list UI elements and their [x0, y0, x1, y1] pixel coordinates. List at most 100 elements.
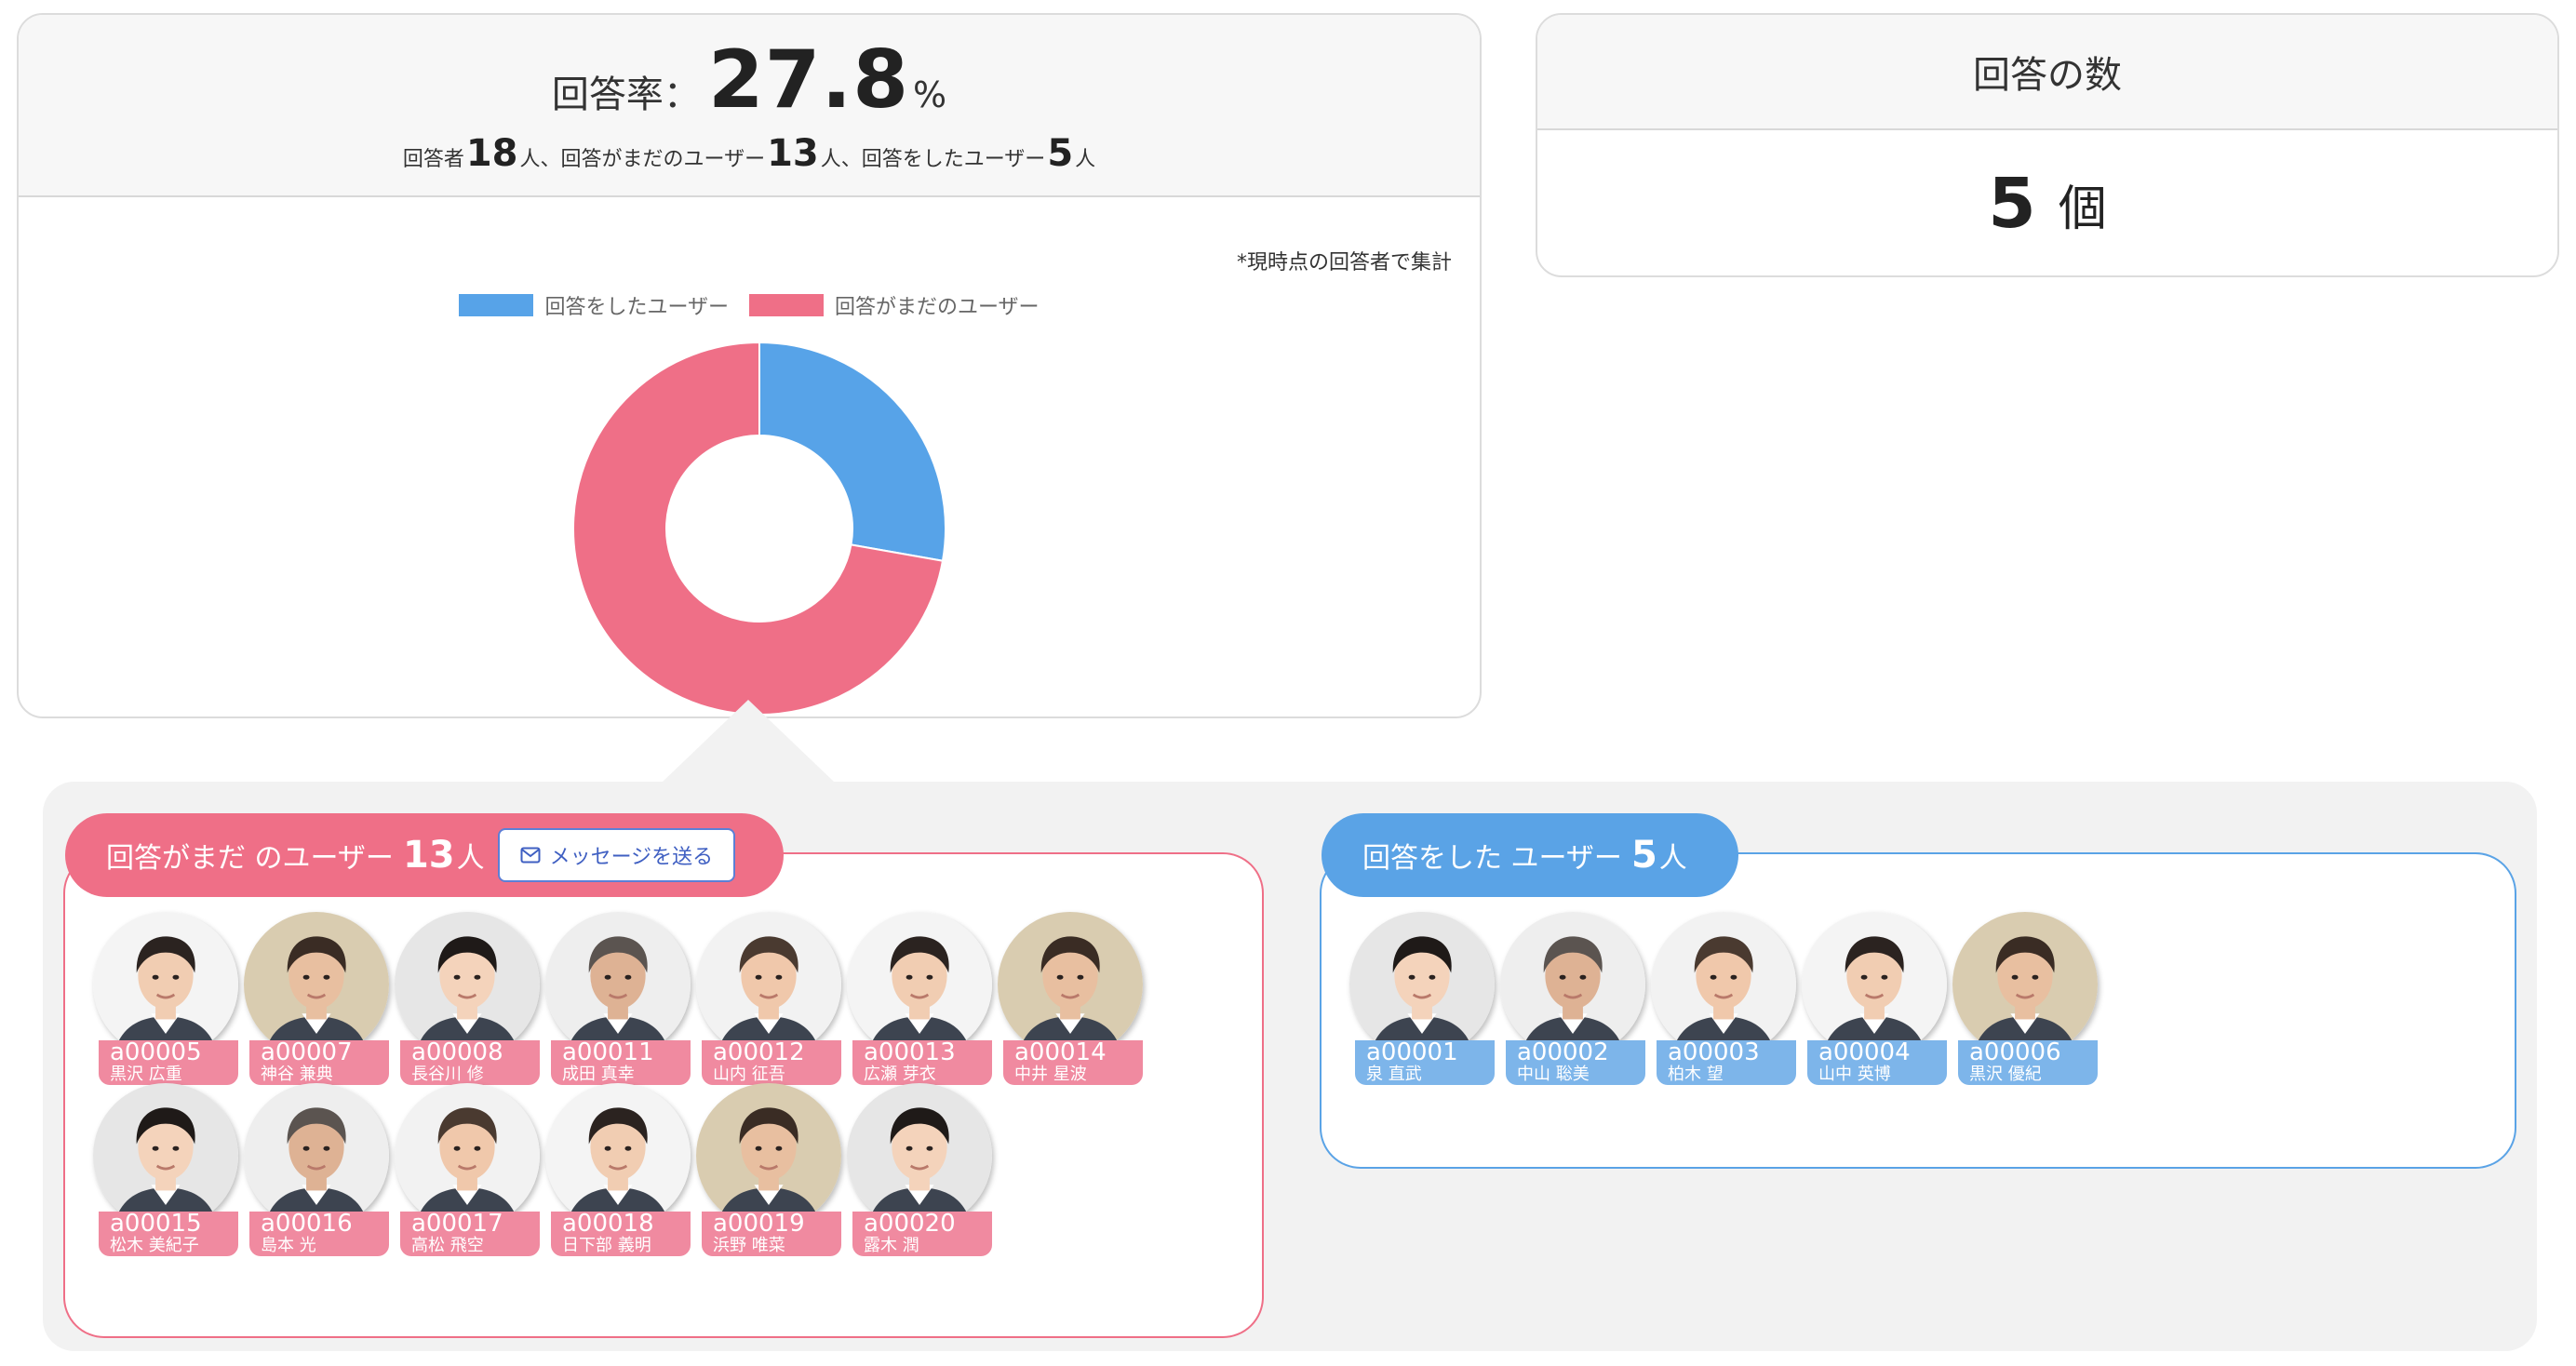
user-tag: a00020 露木 潤	[852, 1212, 992, 1256]
answered-users-tab: 回答をした ユーザー 5 人	[1322, 813, 1738, 897]
donut-chart-area: *現時点の回答者で集計 回答をしたユーザー 回答がまだのユーザー	[19, 197, 1480, 718]
user-card[interactable]: a00017 高松 飛空	[393, 1083, 542, 1256]
user-tag: a00002 中山 聡美	[1506, 1040, 1645, 1085]
user-name: 神谷 兼典	[261, 1065, 333, 1084]
user-name: 中井 星波	[1014, 1065, 1087, 1084]
user-groups-panel: 回答がまだ のユーザー 13 人 メッセージを送る 回答をした ユーザー 5 人…	[43, 782, 2537, 1351]
avatar	[545, 912, 691, 1057]
avatar	[696, 1083, 841, 1228]
pending-label: 人、回答がまだのユーザー	[519, 148, 766, 171]
people-unit: 人	[1075, 148, 1096, 171]
user-tag: a00006 黒沢 優紀	[1958, 1040, 2098, 1085]
user-photo-icon	[244, 912, 389, 1057]
avatar	[93, 912, 238, 1057]
user-id: a00016	[261, 1210, 353, 1238]
user-photo-icon	[93, 1083, 238, 1228]
avatar	[395, 1083, 540, 1228]
user-photo-icon	[1651, 912, 1796, 1057]
user-card[interactable]: a00005 黒沢 広重	[91, 912, 240, 1085]
response-rate-label: 回答率：	[551, 74, 701, 116]
user-id: a00002	[1517, 1038, 1609, 1066]
answered-count: 5	[1047, 132, 1074, 175]
user-id: a00020	[864, 1210, 956, 1238]
avatar	[696, 912, 841, 1057]
user-name: 松木 美紀子	[110, 1236, 199, 1255]
user-tag: a00017 高松 飛空	[400, 1212, 540, 1256]
donut-slice-answered[interactable]	[758, 341, 947, 562]
user-id: a00013	[864, 1038, 956, 1066]
avatar	[244, 912, 389, 1057]
user-tag: a00015 松木 美紀子	[99, 1212, 238, 1256]
user-card[interactable]: a00016 島本 光	[242, 1083, 391, 1256]
user-id: a00008	[411, 1038, 503, 1066]
user-card[interactable]: a00006 黒沢 優紀	[1951, 912, 2100, 1085]
answered-label: 人、回答をしたユーザー	[820, 148, 1046, 171]
pending-users-list: a00005 黒沢 広重 a00007 神谷 兼典 a00008 長谷川 修 a00011 成…	[91, 912, 1253, 1256]
user-id: a00006	[1969, 1038, 2061, 1066]
user-card[interactable]: a00013 広瀬 芽衣	[845, 912, 994, 1085]
avatar	[244, 1083, 389, 1228]
user-name: 柏木 望	[1668, 1065, 1724, 1084]
pending-count: 13	[767, 132, 819, 175]
user-card[interactable]: a00015 松木 美紀子	[91, 1083, 240, 1256]
avatar	[545, 1083, 691, 1228]
user-tag: a00018 日下部 義明	[551, 1212, 691, 1256]
legend-label-pending: 回答がまだのユーザー	[835, 296, 1040, 319]
user-card[interactable]: a00018 日下部 義明	[543, 1083, 692, 1256]
user-name: 広瀬 芽衣	[864, 1065, 936, 1084]
user-tag: a00005 黒沢 広重	[99, 1040, 238, 1085]
user-card[interactable]: a00011 成田 真幸	[543, 912, 692, 1085]
user-photo-icon	[998, 912, 1143, 1057]
user-card[interactable]: a00004 山中 英博	[1800, 912, 1949, 1085]
donut-chart[interactable]	[564, 333, 955, 718]
response-rate-value: 27.8	[707, 33, 910, 127]
response-rate-unit: %	[913, 74, 947, 115]
user-card[interactable]: a00008 長谷川 修	[393, 912, 542, 1085]
user-photo-icon	[1952, 912, 2098, 1057]
pending-group-count: 13	[402, 834, 455, 877]
user-id: a00015	[110, 1210, 202, 1238]
user-tag: a00003 柏木 望	[1657, 1040, 1796, 1085]
legend-item-answered[interactable]: 回答をしたユーザー	[459, 290, 729, 320]
pending-users-tab: 回答がまだ のユーザー 13 人 メッセージを送る	[65, 813, 784, 897]
user-name: 露木 潤	[864, 1236, 919, 1255]
user-id: a00018	[562, 1210, 654, 1238]
user-name: 長谷川 修	[411, 1065, 484, 1084]
legend-swatch-answered	[459, 294, 534, 316]
user-id: a00014	[1014, 1038, 1107, 1066]
panel-pointer	[663, 700, 834, 782]
answer-count-unit: 個	[2058, 181, 2107, 237]
avatar	[847, 912, 992, 1057]
user-card[interactable]: a00002 中山 聡美	[1498, 912, 1647, 1085]
avatar	[998, 912, 1143, 1057]
user-name: 泉 直武	[1366, 1065, 1422, 1084]
pending-group-label: 回答がまだ のユーザー	[106, 842, 394, 875]
user-card[interactable]: a00020 露木 潤	[845, 1083, 994, 1256]
user-name: 島本 光	[261, 1236, 316, 1255]
user-card[interactable]: a00001 泉 直武	[1348, 912, 1496, 1085]
user-card[interactable]: a00012 山内 征吾	[694, 912, 843, 1085]
legend-label-answered: 回答をしたユーザー	[544, 296, 729, 319]
user-id: a00019	[713, 1210, 805, 1238]
send-message-label: メッセージを送る	[549, 846, 714, 869]
response-rate-header: 回答率： 27.8 % 回答者 18 人、回答がまだのユーザー 13 人、回答を…	[19, 15, 1480, 197]
user-photo-icon	[244, 1083, 389, 1228]
pending-group-unit: 人	[456, 842, 485, 875]
user-card[interactable]: a00014 中井 星波	[996, 912, 1145, 1085]
user-card[interactable]: a00019 浜野 唯菜	[694, 1083, 843, 1256]
user-card[interactable]: a00003 柏木 望	[1649, 912, 1798, 1085]
user-name: 浜野 唯菜	[713, 1236, 785, 1255]
respondents-count: 18	[465, 132, 518, 175]
avatar	[1952, 912, 2098, 1057]
envelope-icon	[520, 847, 541, 864]
answer-count-title: 回答の数	[1537, 15, 2557, 130]
legend-swatch-pending	[749, 294, 824, 316]
avatar	[1349, 912, 1495, 1057]
legend-item-pending[interactable]: 回答がまだのユーザー	[749, 290, 1040, 320]
user-name: 成田 真幸	[562, 1065, 635, 1084]
respondents-label: 回答者	[402, 148, 464, 171]
user-tag: a00014 中井 星波	[1003, 1040, 1143, 1085]
user-card[interactable]: a00007 神谷 兼典	[242, 912, 391, 1085]
user-name: 中山 聡美	[1517, 1065, 1590, 1084]
send-message-button[interactable]: メッセージを送る	[497, 828, 736, 882]
